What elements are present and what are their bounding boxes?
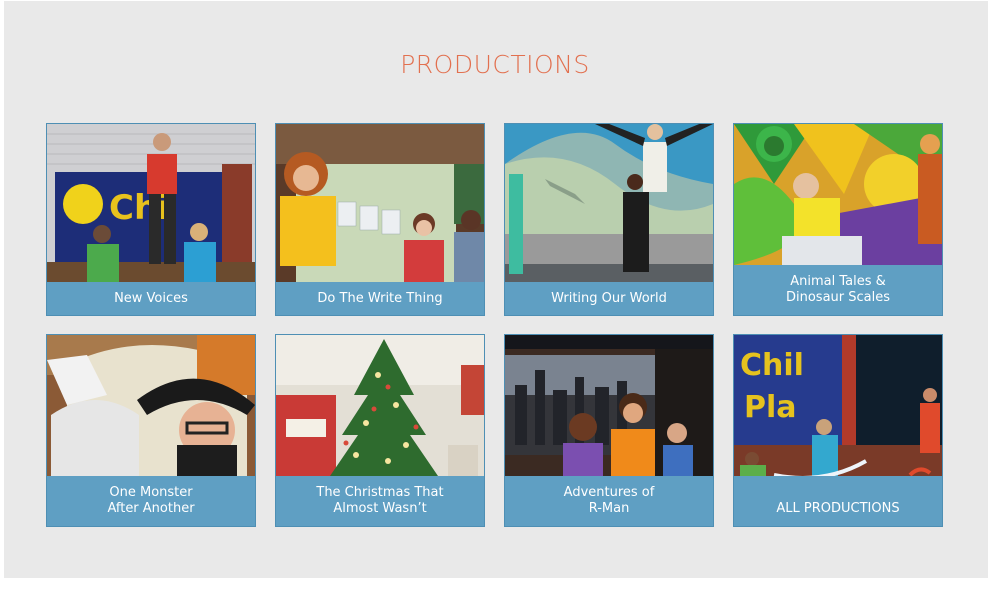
production-photo [276, 335, 484, 476]
production-card-writing-our-world[interactable]: Writing Our World [504, 123, 714, 316]
production-photo: Chi [47, 124, 255, 282]
svg-text:Pla: Pla [744, 390, 797, 425]
production-title: One Monster After Another [47, 476, 255, 526]
production-card-new-voices[interactable]: Chi New Voices [46, 123, 256, 316]
production-photo: Chil Pla [734, 335, 942, 476]
production-photo [47, 335, 255, 476]
production-card-christmas[interactable]: The Christmas That Almost Wasn’t [275, 334, 485, 527]
production-photo [276, 124, 484, 282]
production-card-adventures-of-r-man[interactable]: Adventures of R-Man [504, 334, 714, 527]
production-card-one-monster[interactable]: One Monster After Another [46, 334, 256, 527]
production-photo [505, 335, 713, 476]
production-title: Adventures of R-Man [505, 476, 713, 526]
production-title: The Christmas That Almost Wasn’t [276, 476, 484, 526]
production-title: Do The Write Thing [276, 282, 484, 315]
production-card-animal-tales[interactable]: Animal Tales & Dinosaur Scales [733, 123, 943, 316]
all-productions-card[interactable]: Chil Pla ALL PRODUCTIONS [733, 334, 943, 527]
svg-text:Chil: Chil [740, 348, 804, 383]
productions-grid: Chi New Voices Do The Write Thing Writin… [0, 0, 990, 602]
production-title: Animal Tales & Dinosaur Scales [734, 265, 942, 315]
production-photo [505, 124, 713, 282]
all-productions-label: ALL PRODUCTIONS [734, 476, 942, 526]
production-title: New Voices [47, 282, 255, 315]
production-photo [734, 124, 942, 265]
production-title: Writing Our World [505, 282, 713, 315]
production-card-do-the-write-thing[interactable]: Do The Write Thing [275, 123, 485, 316]
